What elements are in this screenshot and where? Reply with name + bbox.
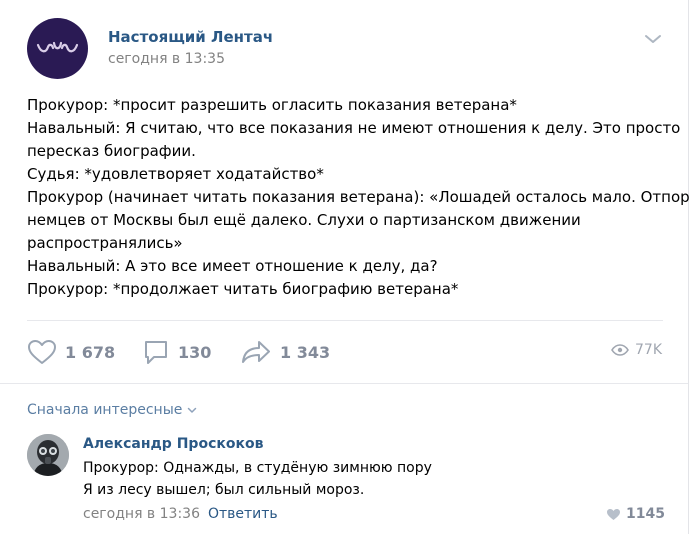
comment-text-line: Я из лесу вышел; был сильный мороз. [83,482,365,498]
share-button[interactable]: 1 343 [240,337,330,367]
like-count: 1 678 [65,342,116,362]
post-card: Настоящий Лентач сегодня в 13:35 Прокуро… [0,0,689,534]
group-avatar[interactable] [27,18,88,79]
comment-text: Прокурор: Однажды, в студёную зимнюю пор… [83,457,663,501]
share-arrow-icon [242,341,270,363]
group-name[interactable]: Настоящий Лентач [108,28,273,46]
share-count: 1 343 [280,342,331,362]
comment-like-button[interactable]: 1145 [606,506,665,522]
reply-link[interactable]: Ответить [208,506,278,522]
comment-timestamp[interactable]: сегодня в 13:36 [83,506,200,522]
views-counter: 77K [611,342,662,358]
post-text-line: немцев от Москвы был ещё далеко. Слухи о… [27,211,581,229]
eye-icon [611,344,629,356]
post-text-line: распространялись» [27,234,183,252]
divider [0,383,688,384]
post-text: Прокурор: *просит разрешить огласить пок… [27,94,689,301]
post-text-line: Прокурор (начинает читать показания вете… [27,188,689,206]
sort-label: Сначала интересные [27,402,183,418]
comment-like-count: 1145 [626,506,665,522]
post-text-line: Навальный: Я считаю, что все показания н… [27,119,681,137]
comments-sort-dropdown[interactable]: Сначала интересные [27,402,197,418]
comment-author-name[interactable]: Александр Проскоков [83,436,263,452]
heart-icon [28,340,56,364]
comment-text-line: Прокурор: Однажды, в студёную зимнюю пор… [83,460,432,476]
chevron-down-icon[interactable] [643,31,663,45]
comment-bubble-icon [145,341,167,364]
post-text-line: Судья: *удовлетворяет ходатайство* [27,165,324,183]
comment-author-avatar[interactable] [27,434,69,476]
views-count: 77K [635,342,662,358]
lentach-logo-icon [36,41,79,53]
post-text-line: Навальный: А это все имеет отношение к д… [27,257,438,275]
comment-count: 130 [178,342,212,362]
comment-meta: сегодня в 13:36 Ответить [83,506,278,522]
comment-button[interactable]: 130 [142,337,211,367]
post-text-line: Прокурор: *просит разрешить огласить пок… [27,96,517,114]
divider [27,320,663,321]
like-button[interactable]: 1 678 [27,337,115,367]
heart-icon [607,508,620,520]
post-text-line: Прокурор: *продолжает читать биографию в… [27,280,459,298]
post-timestamp[interactable]: сегодня в 13:35 [108,51,225,67]
post-text-line: пересказ биографии. [27,142,196,160]
chevron-down-icon [188,407,197,413]
